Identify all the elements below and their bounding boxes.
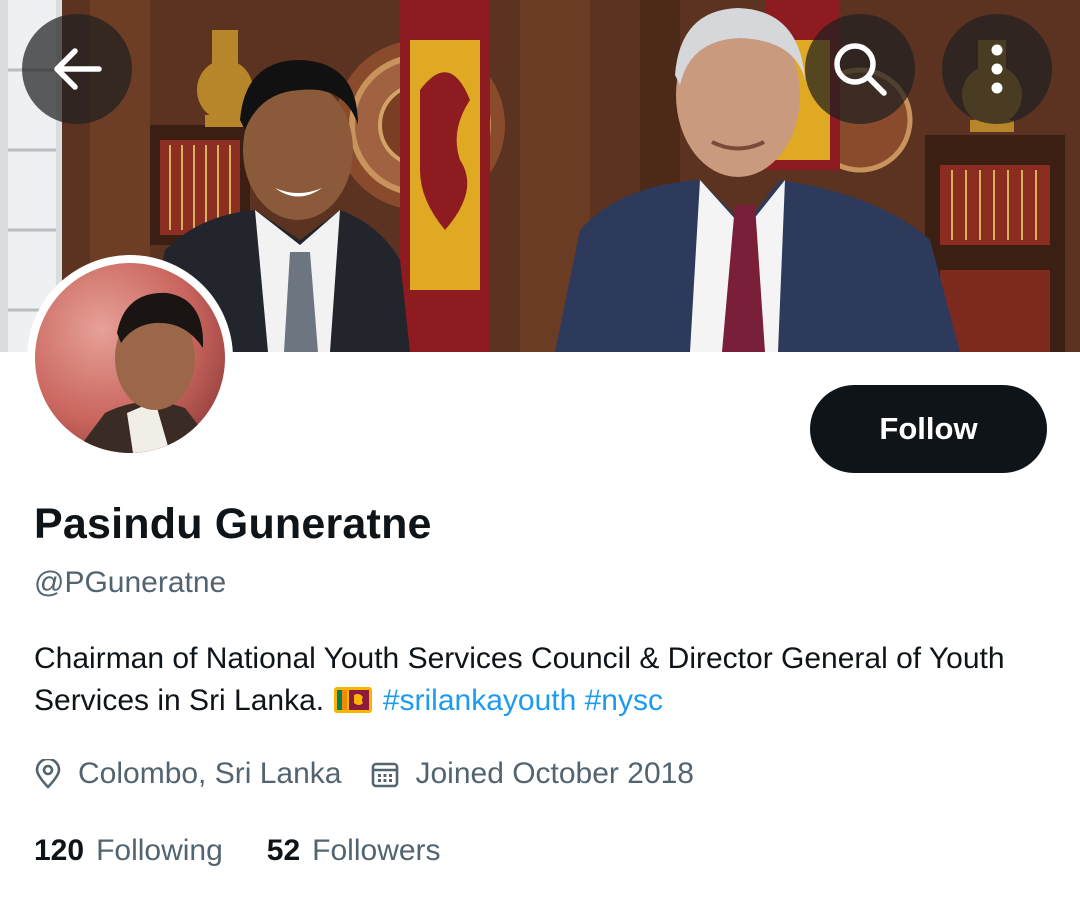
location-pin-icon xyxy=(34,759,62,789)
following-link[interactable]: 120 Following xyxy=(34,834,223,868)
joined-item: Joined October 2018 xyxy=(371,757,694,791)
display-name: Pasindu Guneratne xyxy=(34,500,432,548)
location-item: Colombo, Sri Lanka xyxy=(34,757,341,791)
flag-icon xyxy=(334,687,373,713)
location-text: Colombo, Sri Lanka xyxy=(78,757,342,790)
back-button[interactable] xyxy=(22,14,132,124)
profile-bio: Chairman of National Youth Services Coun… xyxy=(34,638,1044,722)
followers-label: Followers xyxy=(312,834,441,867)
following-label: Following xyxy=(96,834,223,867)
joined-date-text: Joined October 2018 xyxy=(415,757,694,790)
hashtag-link[interactable]: #srilankayouth xyxy=(383,684,576,717)
more-vertical-icon xyxy=(991,44,1003,94)
followers-link[interactable]: 52 Followers xyxy=(267,834,441,868)
search-icon xyxy=(834,43,887,96)
arrow-left-icon xyxy=(54,48,102,90)
search-button[interactable] xyxy=(805,14,915,124)
profile-avatar[interactable] xyxy=(27,255,233,461)
followers-count: 52 xyxy=(266,834,301,867)
follow-stats: 120 Following 52 Followers xyxy=(34,834,441,868)
avatar-photo xyxy=(35,263,225,453)
more-options-button[interactable] xyxy=(942,14,1052,124)
sri-lanka-flag-emoji xyxy=(334,687,373,713)
hashtag-link[interactable]: #nysc xyxy=(585,684,663,717)
calendar-icon xyxy=(371,760,399,788)
profile-meta: Colombo, Sri Lanka Joined October 2018 xyxy=(34,757,694,791)
follow-button[interactable]: Follow xyxy=(810,385,1047,473)
username-handle: @PGuneratne xyxy=(34,566,227,599)
following-count: 120 xyxy=(34,834,85,867)
